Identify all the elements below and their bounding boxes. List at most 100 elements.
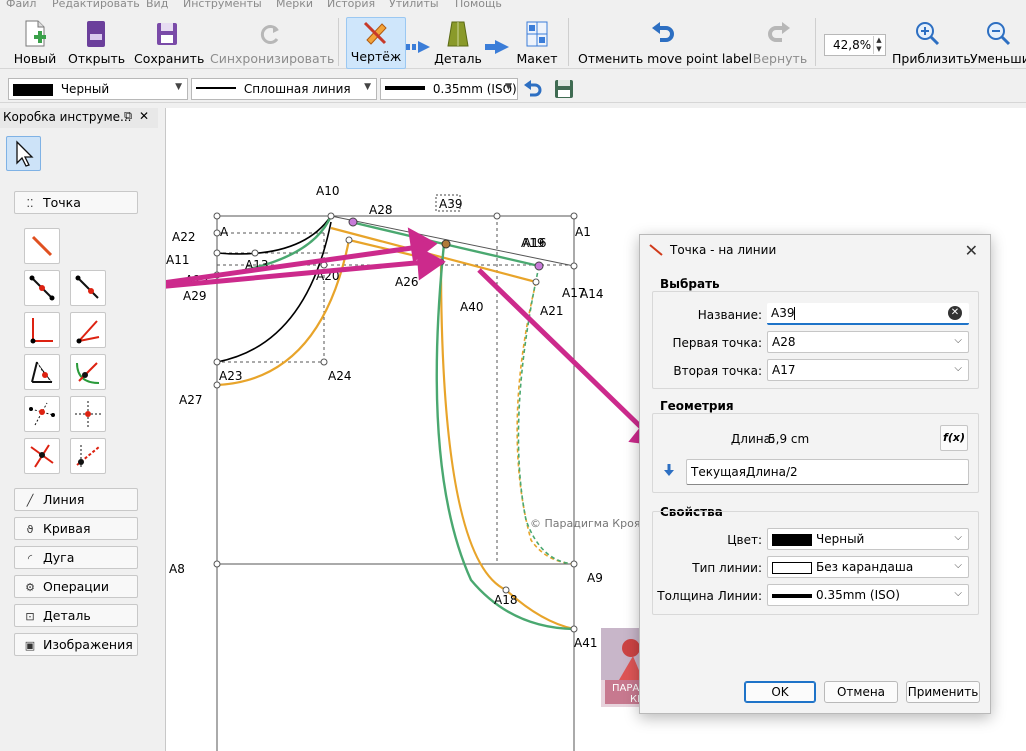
ok-button[interactable]: OK <box>744 681 816 703</box>
tool-point-on-line[interactable] <box>24 270 60 306</box>
menu-help[interactable]: Помощь <box>455 0 502 10</box>
line-type-swatch <box>196 87 236 89</box>
point-a39[interactable] <box>441 239 451 249</box>
tool-line-segment[interactable] <box>24 228 60 264</box>
detail-mode-button[interactable]: Деталь <box>434 20 482 68</box>
cursor-arrow-icon <box>16 140 34 167</box>
line-intersect-icon <box>30 444 54 468</box>
zoom-out-button[interactable]: Уменьши <box>970 20 1026 68</box>
group-line[interactable]: ╱ Линия <box>14 488 138 511</box>
redo-icon <box>768 22 790 42</box>
annotation-arrows <box>166 227 666 448</box>
sync-icon <box>260 25 279 44</box>
formula-input[interactable]: ТекущаяДлина/2 <box>686 459 969 485</box>
tool-line-intersect[interactable] <box>24 438 60 474</box>
second-point-select[interactable]: A17 ⌵ <box>767 359 969 381</box>
save-button[interactable]: Сохранить <box>134 20 204 68</box>
detail-group-icon: ⊡ <box>25 610 35 623</box>
close-panel-icon[interactable]: ✕ <box>139 109 149 123</box>
layout-mode-button[interactable]: Макет <box>514 20 560 68</box>
segment-icon <box>649 244 663 256</box>
group-arc[interactable]: ◜ Дуга <box>14 546 138 569</box>
zoom-input[interactable]: 42,8% ▲ ▼ <box>824 34 886 56</box>
label-a10: A10 <box>316 184 339 198</box>
line-type-select[interactable]: Без карандаша ⌵ <box>767 556 969 578</box>
close-icon[interactable]: ✕ <box>965 241 978 260</box>
save-icon <box>157 23 177 45</box>
point-a17[interactable] <box>534 261 544 271</box>
reset-style-icon[interactable] <box>522 78 544 100</box>
menu-file[interactable]: Файл <box>6 0 36 10</box>
pointer-tool-button[interactable] <box>6 136 41 171</box>
open-button[interactable]: Открыть <box>68 20 125 68</box>
label-a29: A29 <box>183 289 206 303</box>
group-point[interactable]: ⁚⁚ Точка <box>14 191 138 214</box>
expand-arrow-icon[interactable] <box>662 463 676 477</box>
save-style-icon[interactable] <box>553 78 575 100</box>
tool-point-from-axis[interactable] <box>70 438 106 474</box>
menu-measurements[interactable]: Мерки <box>276 0 313 10</box>
point-along-line-icon <box>75 275 99 299</box>
line-weight-label: Толщина Линии: <box>657 589 762 603</box>
redo-button[interactable]: Вернуть <box>752 20 808 68</box>
triangle-point-icon <box>31 361 53 383</box>
float-panel-icon[interactable]: ⧉ <box>124 109 132 123</box>
line-color-select[interactable]: Черный ▼ <box>8 78 188 100</box>
label-a26: A26 <box>395 275 418 289</box>
group-images[interactable]: ▣ Изображения <box>14 633 138 656</box>
first-point-label: Первая точка: <box>672 336 762 350</box>
main-toolbar: Новый Открыть Сохранить Синхронизировать <box>0 14 1026 69</box>
chevron-down-icon: ▼ <box>505 82 512 92</box>
arrow-right-icon <box>485 40 509 54</box>
undo-button[interactable]: Отменить move point label <box>578 20 752 68</box>
length-value: 5,9 cm <box>768 432 810 446</box>
menu-edit[interactable]: Редактировать <box>52 0 140 10</box>
label-a1: A1 <box>575 225 591 239</box>
tool-triangle-point[interactable] <box>24 354 60 390</box>
clear-icon[interactable]: ✕ <box>948 306 962 320</box>
zoom-in-icon <box>916 22 940 46</box>
name-input[interactable]: A39 ✕ <box>767 303 969 325</box>
tool-point-of-contact[interactable] <box>24 396 60 432</box>
draw-mode-button[interactable]: Чертёж <box>346 17 406 69</box>
second-point-label: Вторая точка: <box>673 364 762 378</box>
label-a18: A18 <box>494 593 517 607</box>
cancel-button[interactable]: Отмена <box>824 681 898 703</box>
apply-button[interactable]: Применить <box>906 681 980 703</box>
menu-tools[interactable]: Инструменты <box>183 0 262 10</box>
tool-perpendicular[interactable] <box>24 312 60 348</box>
color-select[interactable]: Черный ⌵ <box>767 528 969 550</box>
tool-point-along-line[interactable] <box>70 270 106 306</box>
tool-angle-point[interactable] <box>70 312 106 348</box>
group-operations[interactable]: ⚙ Операции <box>14 575 138 598</box>
label-a21: A21 <box>540 304 563 318</box>
label-a28: A28 <box>369 203 392 217</box>
menu-utilities[interactable]: Утилиты <box>389 0 439 10</box>
tool-height-point[interactable] <box>70 396 106 432</box>
curve-intersection-icon <box>76 362 100 384</box>
menu-view[interactable]: Вид <box>146 0 168 10</box>
angle-point-icon <box>76 320 100 344</box>
first-point-select[interactable]: A28 ⌵ <box>767 331 969 353</box>
point-on-line-dialog: Точка - на линии ✕ Выбрать Название: A39… <box>639 234 991 714</box>
group-detail[interactable]: ⊡ Деталь <box>14 604 138 627</box>
zoom-in-button[interactable]: Приблизить <box>892 20 971 68</box>
label-a41: A41 <box>574 636 597 650</box>
tool-curve-intersection[interactable] <box>70 354 106 390</box>
sync-button[interactable]: Синхронизировать <box>210 20 334 68</box>
zoom-out-icon <box>987 22 1011 46</box>
line-type-select[interactable]: Сплошная линия ▼ <box>191 78 377 100</box>
menu-history[interactable]: История <box>327 0 375 10</box>
gear-icon: ⚙ <box>25 581 35 594</box>
segment-icon <box>31 235 53 257</box>
line-weight-select[interactable]: 0.35mm (ISO) ⌵ <box>767 584 969 606</box>
formula-wizard-button[interactable]: f(x) <box>940 425 968 451</box>
group-curve[interactable]: ϑ Кривая <box>14 517 138 540</box>
app-window: Файл Редактировать Вид Инструменты Мерки… <box>0 0 1026 751</box>
line-weight-select[interactable]: 0.35mm (ISO) ▼ <box>380 78 518 100</box>
toolbox-title: Коробка инструме... ⧉ ✕ <box>0 108 158 128</box>
point-a28[interactable] <box>348 217 358 227</box>
new-button[interactable]: Новый <box>12 20 58 68</box>
label-a11: A11 <box>166 253 189 267</box>
zoom-spinner[interactable]: ▲ ▼ <box>873 36 884 54</box>
